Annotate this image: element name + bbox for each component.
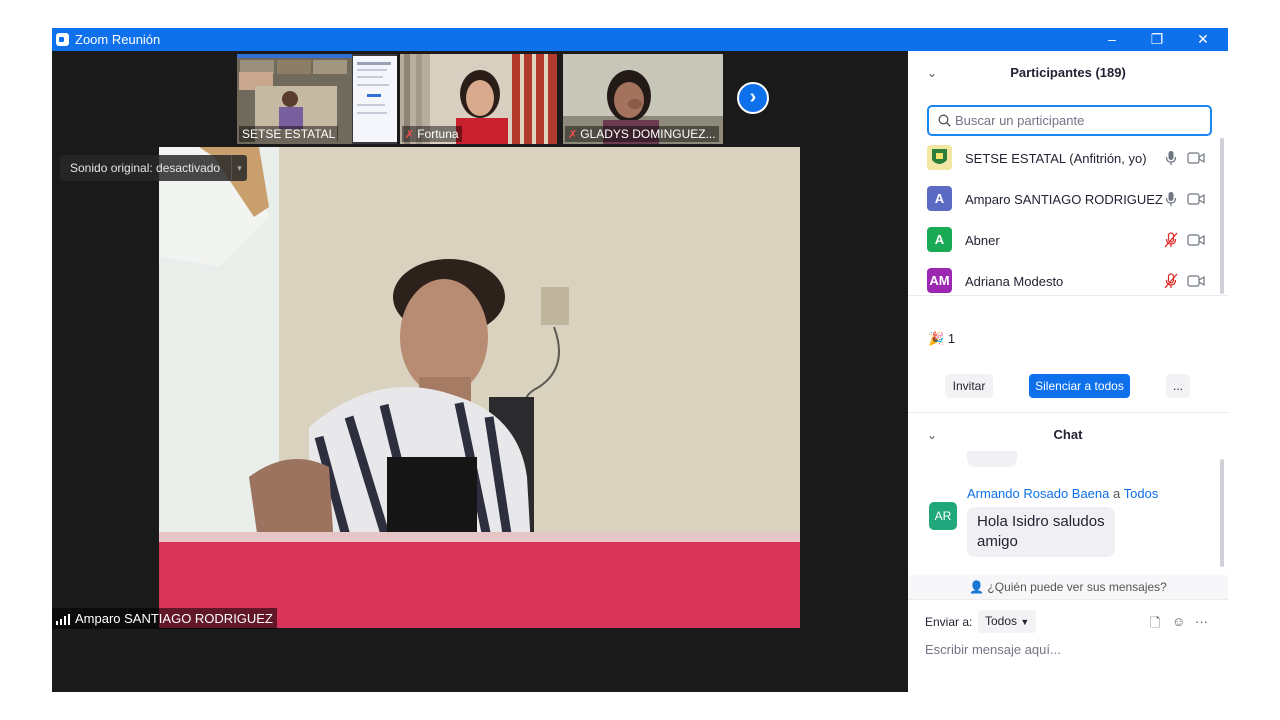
connection-signal-icon — [56, 614, 70, 626]
chat-recipient[interactable]: Todos — [1124, 486, 1159, 501]
chat-message-bubble: Hola Isidro saludos amigo — [967, 507, 1115, 557]
active-speaker-name: Amparo SANTIAGO RODRIGUEZ — [75, 611, 273, 626]
video-camera-icon[interactable] — [1187, 151, 1205, 165]
search-icon — [938, 114, 951, 127]
participant-row[interactable]: A Abner — [908, 219, 1218, 260]
video-area: SETSE ESTATAL ✗ Fortuna ✗ GLADYS DOMINGU… — [52, 51, 908, 692]
participant-row[interactable]: A Amparo SANTIAGO RODRIGUEZ — [908, 178, 1218, 219]
participant-row[interactable]: SETSE ESTATAL (Anfitrión, yo) — [908, 143, 1218, 178]
emoji-icon[interactable]: ☺ — [1172, 614, 1185, 629]
avatar: AR — [929, 502, 957, 530]
setse-logo-icon — [927, 145, 952, 170]
mic-muted-icon: ✗ — [568, 129, 578, 141]
chevron-right-icon: › — [749, 86, 757, 108]
video-thumbnail[interactable]: ✗ GLADYS DOMINGUEZ... — [563, 54, 723, 144]
speaker-video-image — [159, 147, 800, 628]
divider — [908, 295, 1228, 296]
microphone-icon[interactable] — [1164, 191, 1178, 207]
chat-sender[interactable]: Armando Rosado Baena — [967, 486, 1109, 501]
video-camera-icon[interactable] — [1187, 192, 1205, 206]
thumbnail-name: ✗ GLADYS DOMINGUEZ... — [565, 126, 719, 142]
video-camera-icon[interactable] — [1187, 233, 1205, 247]
title-bar: Zoom Reunión – ❐ ✕ — [52, 28, 1228, 51]
previous-chat-bubble — [967, 451, 1017, 467]
window-title: Zoom Reunión — [75, 32, 161, 47]
active-speaker-name-tag: Amparo SANTIAGO RODRIGUEZ — [52, 608, 277, 629]
microphone-muted-icon[interactable] — [1164, 273, 1178, 289]
avatar: A — [927, 227, 952, 252]
participant-name: Amparo SANTIAGO RODRIGUEZ — [965, 192, 1163, 207]
send-to-dropdown[interactable]: Todos ▼ — [978, 610, 1037, 633]
more-options-button[interactable]: ... — [1166, 374, 1190, 398]
participant-row[interactable]: AM Adriana Modesto — [908, 260, 1218, 293]
participants-title: Participantes (189) — [1010, 65, 1126, 80]
original-sound-label: Sonido original: desactivado — [70, 161, 221, 175]
side-panel: ⌄ Participantes (189) Buscar un particip… — [908, 51, 1228, 692]
person-lock-icon: 👤 — [969, 580, 985, 594]
zoom-window: Zoom Reunión – ❐ ✕ SETSE ESTATAL ✗ Fortu… — [52, 28, 1228, 692]
reaction-count: 1 — [947, 331, 956, 346]
next-page-button[interactable]: › — [737, 82, 769, 114]
divider — [908, 599, 1228, 600]
video-thumbnail[interactable]: SETSE ESTATAL — [237, 54, 397, 144]
microphone-icon[interactable] — [1164, 150, 1178, 166]
mic-muted-icon: ✗ — [405, 129, 415, 141]
restore-button[interactable]: ❐ — [1137, 29, 1177, 50]
reactions-summary: 🎉 1 — [928, 331, 955, 347]
chevron-down-icon[interactable]: ▾ — [231, 155, 247, 181]
chat-message-header: Armando Rosado Baena a Todos — [967, 486, 1158, 501]
who-can-see-label: ¿Quién puede ver sus mensajes? — [987, 580, 1167, 594]
participant-name: Adriana Modesto — [965, 274, 1064, 289]
participant-name: Abner — [965, 233, 1000, 248]
participant-name: SETSE ESTATAL (Anfitrión, yo) — [965, 151, 1147, 166]
minimize-button[interactable]: – — [1092, 29, 1132, 50]
send-to-value: Todos — [985, 614, 1018, 628]
who-can-see-messages[interactable]: 👤 ¿Quién puede ver sus mensajes? — [908, 575, 1228, 599]
chat-message-input[interactable]: Escribir mensaje aquí... — [925, 642, 1061, 657]
chat-to-word: a — [1113, 486, 1121, 501]
file-icon[interactable]: 🗋 — [1150, 614, 1160, 636]
divider — [908, 412, 1228, 413]
invite-button[interactable]: Invitar — [945, 374, 993, 398]
participant-list: SETSE ESTATAL (Anfitrión, yo) A Amparo S… — [908, 143, 1218, 293]
avatar: AM — [927, 268, 952, 293]
thumbnail-name: SETSE ESTATAL — [239, 126, 339, 142]
zoom-app-icon — [56, 33, 69, 46]
search-placeholder: Buscar un participante — [955, 113, 1085, 128]
participant-list-scrollbar[interactable] — [1220, 138, 1224, 294]
participant-search-input[interactable]: Buscar un participante — [927, 105, 1212, 136]
video-camera-icon[interactable] — [1187, 274, 1205, 288]
avatar — [927, 145, 952, 170]
chat-title: Chat — [1053, 427, 1083, 442]
active-speaker-video — [159, 147, 800, 628]
chat-scrollbar[interactable] — [1220, 459, 1224, 567]
mute-all-button[interactable]: Silenciar a todos — [1029, 374, 1130, 398]
chevron-down-icon: ▼ — [1020, 617, 1030, 627]
original-sound-toggle[interactable]: Sonido original: desactivado ▾ — [60, 155, 247, 181]
video-thumbnail[interactable]: ✗ Fortuna — [400, 54, 557, 144]
thumbnail-name: ✗ Fortuna — [402, 126, 462, 142]
avatar: A — [927, 186, 952, 211]
send-to-label: Enviar a: — [925, 615, 973, 629]
participants-header: ⌄ Participantes (189) — [908, 51, 1228, 95]
close-button[interactable]: ✕ — [1183, 29, 1223, 50]
microphone-muted-icon[interactable] — [1164, 232, 1178, 248]
more-icon[interactable]: ··· — [1195, 614, 1208, 629]
party-popper-icon: 🎉 — [928, 331, 945, 346]
